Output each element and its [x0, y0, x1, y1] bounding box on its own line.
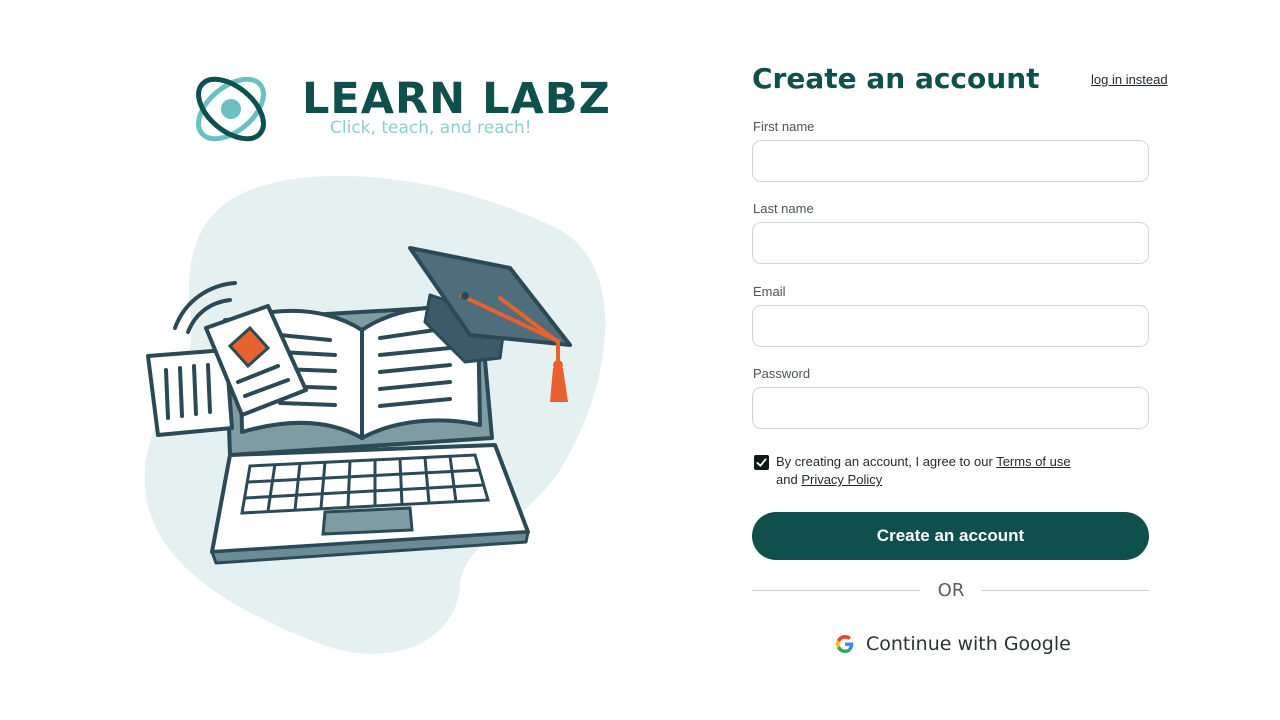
last-name-input[interactable] — [752, 222, 1149, 264]
atom-logo-icon — [196, 76, 266, 142]
create-account-button[interactable]: Create an account — [752, 512, 1149, 560]
password-label: Password — [753, 366, 811, 381]
brand-name: LEARN LABZ — [302, 74, 611, 124]
divider-line-left — [752, 590, 920, 591]
privacy-policy-link[interactable]: Privacy Policy — [801, 472, 882, 487]
brand-logo: LEARN LABZ Click, teach, and reach! — [188, 66, 610, 156]
divider-line-right — [982, 590, 1149, 591]
email-input[interactable] — [752, 305, 1149, 347]
google-g-icon — [836, 635, 854, 653]
terms-checkbox[interactable] — [754, 455, 769, 470]
email-label: Email — [753, 284, 786, 299]
continue-with-google-button[interactable]: Continue with Google — [836, 628, 1071, 660]
or-divider: OR — [937, 580, 965, 601]
laptop-book-illustration — [144, 175, 606, 654]
login-instead-link[interactable]: log in instead — [1091, 72, 1168, 87]
checkmark-icon — [756, 458, 767, 467]
agreement-prefix: By creating an account, I agree to our — [776, 454, 997, 469]
first-name-label: First name — [753, 119, 815, 134]
touchpad — [321, 506, 414, 536]
last-name-label: Last name — [753, 201, 814, 216]
agreement-middle: and — [776, 472, 802, 487]
terms-agreement-text: By creating an account, I agree to our T… — [776, 453, 1116, 489]
password-input[interactable] — [752, 387, 1149, 429]
brand-tagline: Click, teach, and reach! — [330, 118, 532, 138]
google-button-label: Continue with Google — [866, 633, 1071, 655]
form-title: Create an account — [752, 62, 1040, 95]
first-name-input[interactable] — [752, 140, 1149, 182]
terms-of-use-link[interactable]: Terms of use — [996, 454, 1070, 469]
